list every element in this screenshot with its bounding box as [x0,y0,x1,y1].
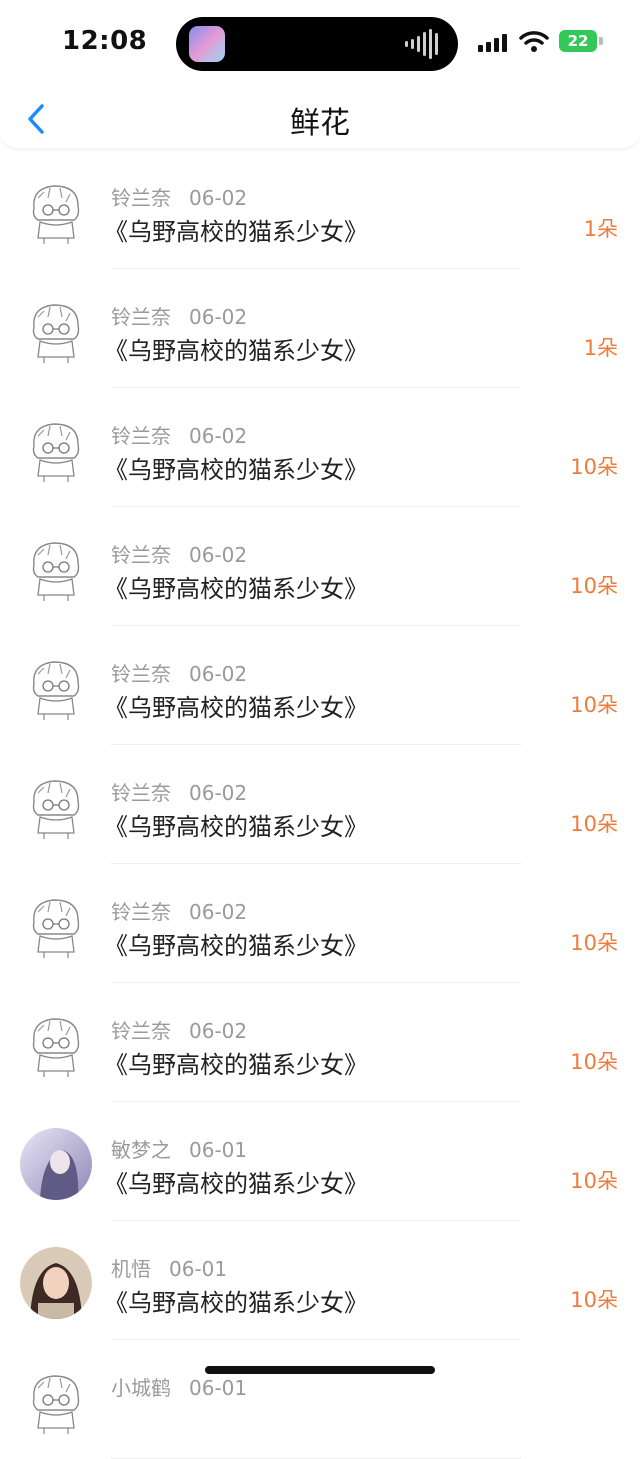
user-name[interactable]: 铃兰奈 [111,662,171,686]
flower-amount: 10朵 [570,1169,618,1193]
record-meta: 敏梦之 06-01 [111,1134,247,1163]
flower-amount: 10朵 [570,693,618,717]
list-item[interactable]: 铃兰奈 06-02 《乌野高校的猫系少女》 10朵 [0,626,640,745]
anime-girl-avatar-icon[interactable] [20,1128,92,1200]
flower-amount: 10朵 [570,1050,618,1074]
list-item[interactable]: 铃兰奈 06-02 《乌野高校的猫系少女》 10朵 [0,864,640,983]
flower-amount: 1朵 [583,336,618,360]
record-date: 06-01 [189,1138,248,1162]
book-title[interactable]: 《乌野高校的猫系少女》 [104,1164,368,1199]
sketch-avatar-icon[interactable] [20,1009,92,1081]
flower-record-list: 铃兰奈 06-02 《乌野高校的猫系少女》 1朵 铃兰奈 06-02 《乌野高校的猫… [0,150,640,1459]
list-item[interactable]: 铃兰奈 06-02 《乌野高校的猫系少女》 1朵 [0,269,640,388]
record-meta: 铃兰奈 06-02 [111,420,247,449]
book-title[interactable]: 《乌野高校的猫系少女》 [104,1283,368,1318]
status-bar: 12:08 22 [0,0,640,88]
list-item[interactable]: 机悟 06-01 《乌野高校的猫系少女》 10朵 [0,1221,640,1340]
user-name[interactable]: 铃兰奈 [111,305,171,329]
sketch-avatar-icon[interactable] [20,652,92,724]
record-date: 06-02 [189,781,248,805]
record-date: 06-01 [169,1257,228,1281]
nav-bar: 鲜花 [0,88,640,148]
record-meta: 铃兰奈 06-02 [111,539,247,568]
book-title[interactable]: 《乌野高校的猫系少女》 [104,450,368,485]
flower-amount: 10朵 [570,455,618,479]
record-meta: 铃兰奈 06-02 [111,896,247,925]
book-title[interactable]: 《乌野高校的猫系少女》 [104,1045,368,1080]
sketch-avatar-icon[interactable] [20,533,92,605]
user-name[interactable]: 铃兰奈 [111,1019,171,1043]
user-name[interactable]: 铃兰奈 [111,186,171,210]
flower-amount: 10朵 [570,931,618,955]
record-date: 06-02 [189,424,248,448]
list-item[interactable]: 铃兰奈 06-02 《乌野高校的猫系少女》 10朵 [0,388,640,507]
flower-amount: 10朵 [570,1288,618,1312]
list-item[interactable]: 铃兰奈 06-02 《乌野高校的猫系少女》 1朵 [0,150,640,269]
record-meta: 铃兰奈 06-02 [111,658,247,687]
record-meta: 铃兰奈 06-02 [111,301,247,330]
page-title: 鲜花 [290,106,350,141]
record-meta: 铃兰奈 06-02 [111,182,247,211]
user-name[interactable]: 铃兰奈 [111,781,171,805]
sketch-avatar-icon[interactable] [20,295,92,367]
record-meta: 机悟 06-01 [111,1253,227,1282]
photo-girl-avatar-icon[interactable] [20,1247,92,1319]
sketch-avatar-icon[interactable] [20,890,92,962]
list-item[interactable]: 敏梦之 06-01 《乌野高校的猫系少女》 10朵 [0,1102,640,1221]
user-name[interactable]: 铃兰奈 [111,424,171,448]
wifi-icon [519,31,549,52]
record-date: 06-02 [189,186,248,210]
user-name[interactable]: 敏梦之 [111,1138,171,1162]
user-name[interactable]: 铃兰奈 [111,543,171,567]
list-item[interactable]: 小城鹤 06-01 [0,1340,640,1459]
cellular-signal-icon [478,32,507,52]
battery-tip [599,37,603,45]
record-date: 06-02 [189,1019,248,1043]
flower-amount: 10朵 [570,812,618,836]
user-name[interactable]: 机悟 [111,1257,151,1281]
sketch-avatar-icon[interactable] [20,771,92,843]
book-title[interactable]: 《乌野高校的猫系少女》 [104,688,368,723]
status-time: 12:08 [62,26,148,56]
now-playing-app-icon [189,26,225,62]
user-name[interactable]: 铃兰奈 [111,900,171,924]
sketch-avatar-icon[interactable] [20,1366,92,1438]
list-item[interactable]: 铃兰奈 06-02 《乌野高校的猫系少女》 10朵 [0,507,640,626]
record-date: 06-02 [189,305,248,329]
sketch-avatar-icon[interactable] [20,414,92,486]
record-meta: 铃兰奈 06-02 [111,1015,247,1044]
book-title[interactable]: 《乌野高校的猫系少女》 [104,331,368,366]
book-title[interactable]: 《乌野高校的猫系少女》 [104,212,368,247]
book-title[interactable]: 《乌野高校的猫系少女》 [104,569,368,604]
record-date: 06-02 [189,900,248,924]
record-meta: 铃兰奈 06-02 [111,777,247,806]
flower-amount: 1朵 [583,217,618,241]
dynamic-island[interactable] [176,17,458,71]
book-title[interactable]: 《乌野高校的猫系少女》 [104,807,368,842]
user-name[interactable]: 小城鹤 [111,1376,171,1400]
record-date: 06-02 [189,543,248,567]
list-item[interactable]: 铃兰奈 06-02 《乌野高校的猫系少女》 10朵 [0,983,640,1102]
record-date: 06-02 [189,662,248,686]
battery-icon: 22 [559,30,597,52]
audio-waveform-icon [405,29,438,59]
home-indicator[interactable] [205,1366,435,1374]
sketch-avatar-icon[interactable] [20,176,92,248]
record-date: 06-01 [189,1376,248,1400]
flower-amount: 10朵 [570,574,618,598]
book-title[interactable]: 《乌野高校的猫系少女》 [104,926,368,961]
list-item[interactable]: 铃兰奈 06-02 《乌野高校的猫系少女》 10朵 [0,745,640,864]
